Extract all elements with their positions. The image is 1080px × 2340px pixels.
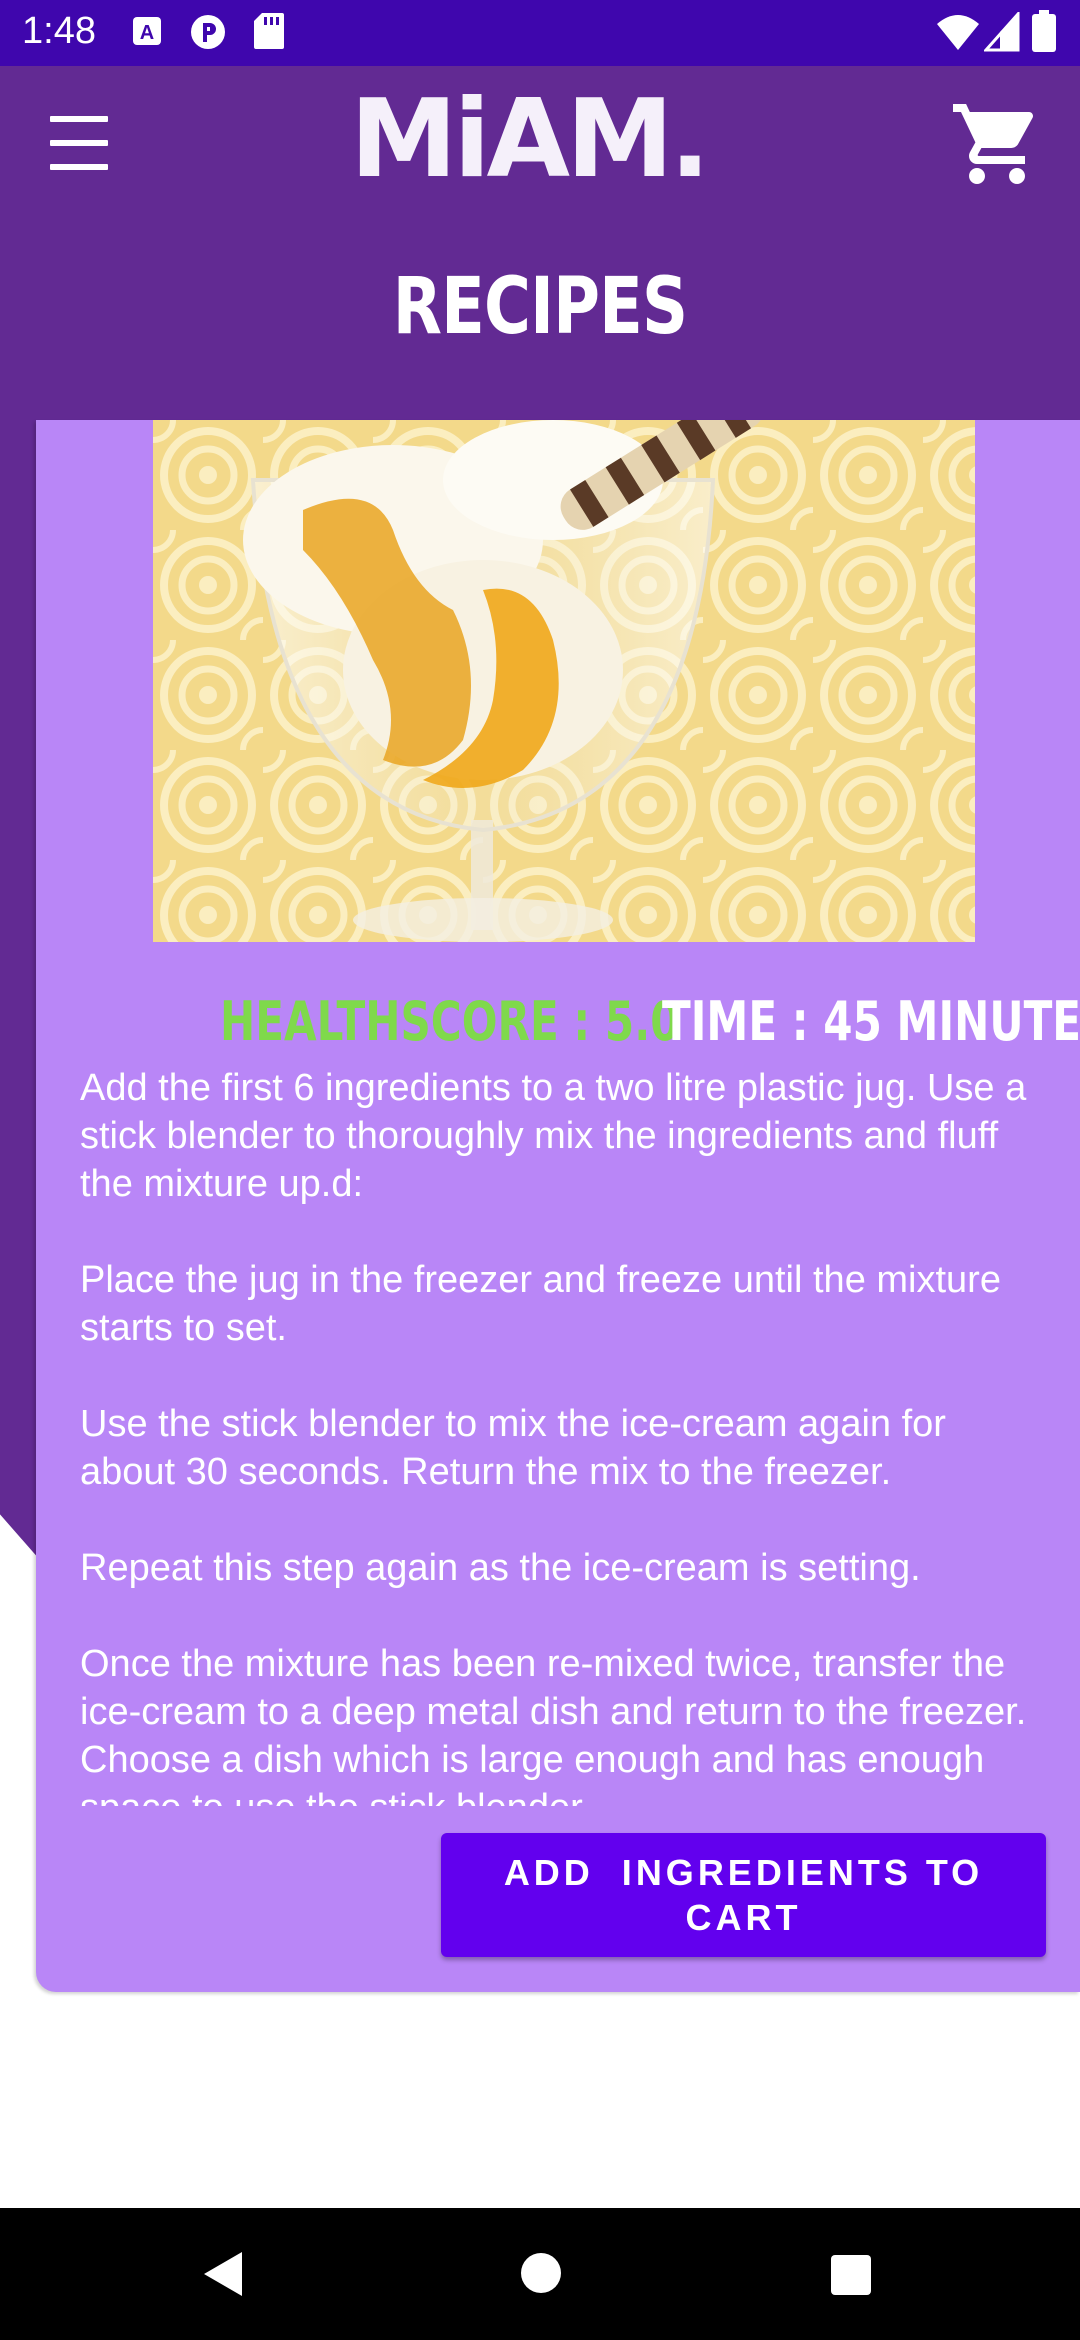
sd-card-icon xyxy=(254,13,284,49)
home-icon[interactable] xyxy=(520,2252,562,2294)
wifi-icon xyxy=(937,15,979,50)
healthscore-label: HEALTHSCORE : 5.0 xyxy=(220,990,680,1053)
add-button-label-line1: ADD INGREDIENTS TO xyxy=(503,1852,984,1893)
status-bar: 1:48 A xyxy=(0,0,1080,66)
decorative-band xyxy=(0,420,40,1560)
app-logo: MiAM. xyxy=(350,77,711,202)
page-title: RECIPES xyxy=(392,262,688,352)
shopping-cart-icon[interactable] xyxy=(948,96,1046,192)
status-time: 1:48 xyxy=(22,10,96,52)
recents-icon[interactable] xyxy=(830,2254,872,2296)
back-icon[interactable] xyxy=(198,2248,246,2300)
svg-text:A: A xyxy=(140,22,154,44)
menu-button[interactable] xyxy=(46,116,112,172)
instruction-step: Use the stick blender to mix the ice-cre… xyxy=(80,1403,946,1493)
app-header: MiAM. RECIPES xyxy=(0,66,1080,422)
add-ingredients-to-cart-button[interactable]: ADD INGREDIENTS TO CART xyxy=(441,1833,1046,1957)
instruction-step: Repeat this step again as the ice-cream … xyxy=(80,1547,921,1589)
notification-p-icon xyxy=(191,15,225,49)
notification-a-icon: A xyxy=(133,17,161,45)
add-button-label-line2: CART xyxy=(685,1897,802,1938)
time-label: TIME : 45 MINUTES xyxy=(662,990,1080,1053)
system-nav-bar xyxy=(0,2208,1080,2340)
instruction-step: Add the first 6 ingredients to a two lit… xyxy=(80,1067,1027,1205)
hamburger-menu-icon xyxy=(50,116,108,122)
instructions-text[interactable]: Add the first 6 ingredients to a two lit… xyxy=(80,1064,1046,1806)
instruction-step: Place the jug in the freezer and freeze … xyxy=(80,1259,1001,1349)
instruction-step: Once the mixture has been re-mixed twice… xyxy=(80,1643,1027,1806)
signal-icon xyxy=(984,12,1020,52)
battery-icon xyxy=(1032,10,1056,52)
recipe-image xyxy=(153,420,975,942)
